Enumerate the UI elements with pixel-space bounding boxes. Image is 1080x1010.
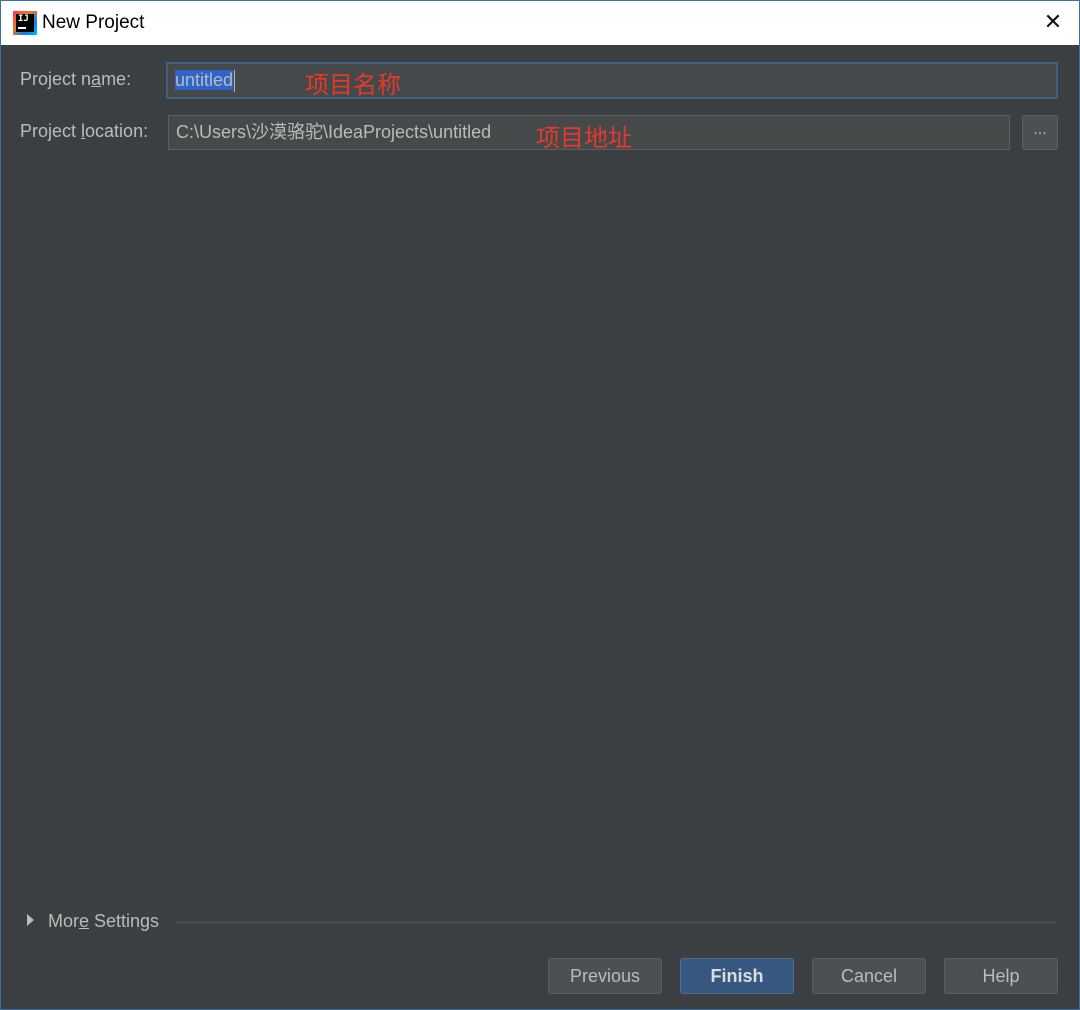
help-button[interactable]: Help xyxy=(944,958,1058,994)
more-settings-divider xyxy=(175,922,1058,923)
cancel-button[interactable]: Cancel xyxy=(812,958,926,994)
project-location-label: Project location: xyxy=(20,121,149,141)
window-title: New Project xyxy=(42,12,145,33)
text-caret xyxy=(234,70,236,93)
intellij-app-icon: IJ xyxy=(13,11,37,35)
project-name-input[interactable]: untitled xyxy=(166,62,1058,99)
project-name-value: untitled xyxy=(175,70,234,90)
dialog-content: Project name: untitled 项目名称 Project loca… xyxy=(1,45,1079,1009)
more-settings-toggle[interactable]: More Settings xyxy=(27,911,159,932)
project-location-value: C:\Users\沙漠骆驼\IdeaProjects\untitled xyxy=(176,122,492,142)
project-name-annotation: 项目名称 xyxy=(305,71,401,99)
new-project-dialog: IJ New Project ✕ Project name: untitled … xyxy=(0,0,1080,1010)
project-location-annotation: 项目地址 xyxy=(536,124,632,152)
finish-button[interactable]: Finish xyxy=(680,958,794,994)
previous-button[interactable]: Previous xyxy=(548,958,662,994)
close-icon[interactable]: ✕ xyxy=(1039,9,1067,37)
browse-button[interactable]: ... xyxy=(1022,115,1058,150)
expand-triangle-icon xyxy=(27,914,34,926)
project-name-label: Project name: xyxy=(20,69,132,89)
app-icon-text: IJ xyxy=(18,14,29,24)
title-bar[interactable]: IJ New Project ✕ xyxy=(1,1,1079,45)
